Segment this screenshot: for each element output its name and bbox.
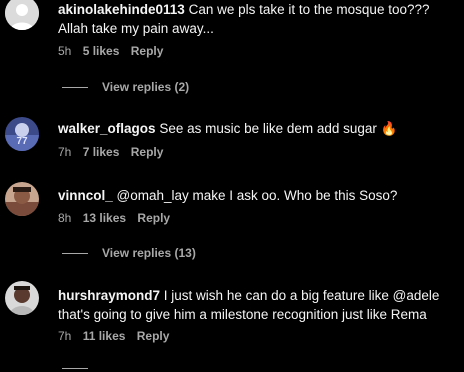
comment-text-line-2: Allah take my pain away... — [58, 21, 214, 36]
comment-meta: 5h 5 likes Reply — [58, 44, 171, 58]
profile-photo — [5, 281, 39, 315]
profile-photo: 77 — [5, 117, 39, 151]
view-replies-label: View replies (2) — [102, 80, 190, 94]
avatar[interactable] — [5, 281, 39, 315]
comment-username[interactable]: akinolakehinde0113 — [58, 2, 185, 17]
comment-time: 5h — [58, 44, 72, 58]
comment-text: I just wish he can do a big feature like… — [163, 288, 440, 303]
reply-button[interactable]: Reply — [131, 44, 164, 58]
avatar[interactable] — [5, 182, 39, 216]
likes-count[interactable]: 11 likes — [83, 329, 126, 343]
likes-count[interactable]: 13 likes — [83, 211, 126, 225]
comment-time: 7h — [58, 145, 72, 159]
likes-count[interactable]: 7 likes — [83, 145, 120, 159]
comment-first-line: hurshraymond7 I just wish he can do a bi… — [58, 286, 458, 305]
avatar[interactable] — [5, 0, 39, 30]
comment-meta: 8h 13 likes Reply — [58, 211, 178, 225]
comment-text: @omah_lay make I ask oo. Who be this Sos… — [116, 188, 398, 203]
avatar[interactable]: 77 — [5, 117, 39, 151]
default-avatar-icon — [5, 0, 39, 30]
reply-button[interactable]: Reply — [137, 329, 170, 343]
profile-photo — [5, 182, 39, 216]
comment-text: Can we pls take it to the mosque too??? — [188, 2, 430, 17]
replies-divider — [62, 86, 88, 88]
comment-time: 8h — [58, 211, 72, 225]
comment-username[interactable]: walker_oflagos — [58, 121, 156, 136]
comment-meta: 7h 7 likes Reply — [58, 145, 171, 159]
comment-first-line: akinolakehinde0113 Can we pls take it to… — [58, 0, 458, 19]
view-replies-button[interactable]: View replies (13) — [62, 246, 196, 260]
comment-text-line-2: that's going to give him a milestone rec… — [58, 307, 427, 322]
comment-username[interactable]: vinncol_ — [58, 188, 113, 203]
view-replies-button[interactable]: View replies (2) — [62, 80, 189, 94]
fire-emoji-icon: 🔥 — [380, 121, 398, 136]
comment-username[interactable]: hurshraymond7 — [58, 288, 160, 303]
likes-count[interactable]: 5 likes — [83, 44, 120, 58]
comment-first-line: vinncol_ @omah_lay make I ask oo. Who be… — [58, 186, 458, 205]
replies-divider — [62, 368, 88, 369]
replies-divider — [62, 252, 88, 254]
comment-meta: 7h 11 likes Reply — [58, 329, 177, 343]
reply-button[interactable]: Reply — [131, 145, 164, 159]
comment-text: See as music be like dem add sugar — [159, 121, 377, 136]
svg-text:77: 77 — [16, 136, 28, 147]
view-replies-label: View replies (13) — [102, 246, 196, 260]
reply-button[interactable]: Reply — [137, 211, 170, 225]
comment-time: 7h — [58, 329, 72, 343]
comment-first-line: walker_oflagos See as music be like dem … — [58, 119, 458, 138]
